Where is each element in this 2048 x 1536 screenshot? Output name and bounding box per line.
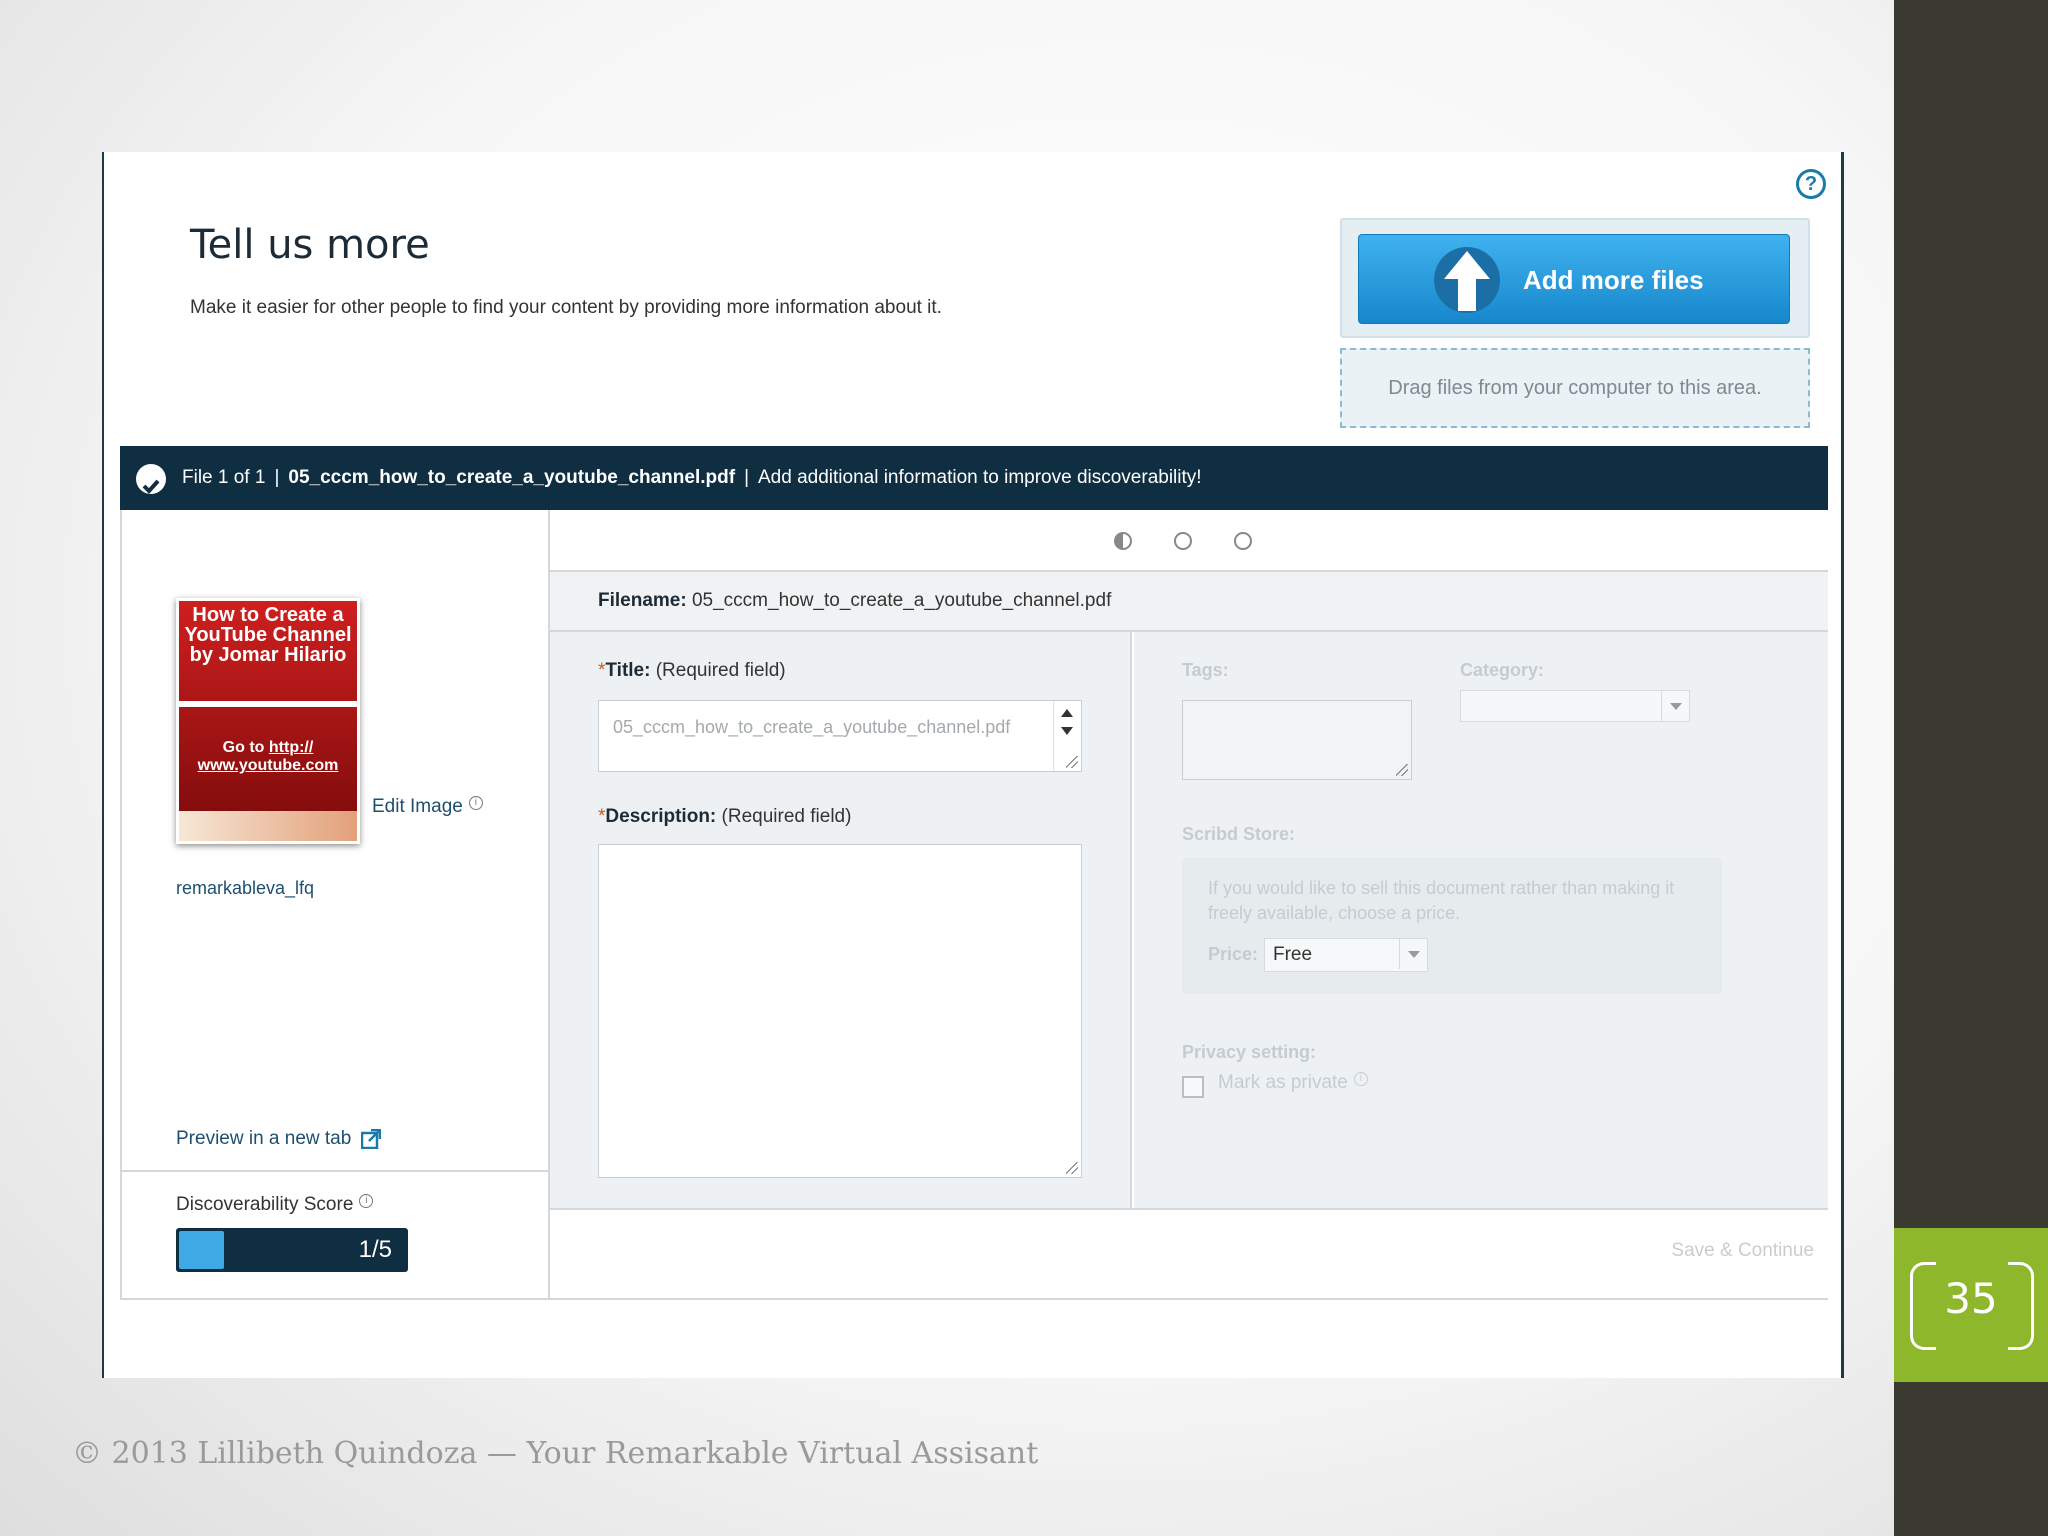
price-select[interactable]: Free <box>1264 938 1428 972</box>
title-label-text: Title: <box>605 660 651 681</box>
chevron-down-icon <box>1399 939 1427 969</box>
file-preview-panel: How to Create a YouTube Channel by Jomar… <box>122 510 550 1298</box>
upload-screenshot: ? Tell us more Make it easier for other … <box>102 152 1844 1378</box>
info-icon: i <box>1353 1072 1368 1086</box>
step-dot-2[interactable] <box>1174 532 1192 550</box>
scroll-down-icon <box>1061 727 1073 735</box>
scribd-store-box: If you would like to sell this document … <box>1182 858 1722 994</box>
add-more-files-label: Add more files <box>1523 265 1704 295</box>
step-indicator <box>550 510 1828 572</box>
checkmark-icon <box>136 464 166 494</box>
edit-image-link[interactable]: Edit Image i <box>372 796 483 818</box>
resize-grip-icon[interactable] <box>1066 1162 1078 1174</box>
mark-private-label: Mark as private i <box>1218 1072 1368 1094</box>
price-value: Free <box>1273 944 1313 965</box>
details-panel: Filename: 05_cccm_how_to_create_a_youtub… <box>550 510 1828 1298</box>
page-title: Tell us more <box>190 222 430 268</box>
info-icon: i <box>359 1194 374 1208</box>
discoverability-score: Discoverability Score i 1/5 <box>122 1170 548 1298</box>
tags-label: Tags: <box>1182 660 1229 680</box>
mark-private-checkbox[interactable] <box>1182 1076 1204 1098</box>
help-icon[interactable]: ? <box>1796 169 1826 199</box>
thumbnail-link-text: Go to http:// www.youtube.com <box>179 739 357 775</box>
title-label: *Title: (Required field) <box>598 660 786 682</box>
filename-label: Filename: <box>598 590 687 611</box>
category-select[interactable] <box>1460 690 1690 722</box>
form-actions: Save & Continue <box>550 1208 1828 1298</box>
uploader-username[interactable]: remarkableva_lfq <box>176 878 314 899</box>
page-subtitle: Make it easier for other people to find … <box>190 297 942 318</box>
description-label: *Description: (Required field) <box>598 806 851 828</box>
edit-image-label: Edit Image <box>372 796 463 817</box>
required-fields: *Title: (Required field) 05_cccm_how_to_… <box>550 632 1132 1208</box>
description-textarea[interactable] <box>598 844 1082 1178</box>
tags-input[interactable] <box>1182 700 1412 780</box>
score-progress-fill <box>179 1231 225 1269</box>
filename-row: Filename: 05_cccm_how_to_create_a_youtub… <box>550 572 1828 632</box>
file-counter: File 1 of 1 <box>182 467 266 488</box>
optional-fields: Tags: Category: Scribd Store: If you wou… <box>1134 632 1828 1208</box>
page-number: 35 <box>1944 1274 1998 1323</box>
thumbnail-link-prefix: Go to <box>222 739 269 756</box>
score-value: 1/5 <box>358 1236 392 1263</box>
score-label-text: Discoverability Score <box>176 1194 354 1215</box>
resize-grip-icon[interactable] <box>1066 756 1078 768</box>
resize-grip-icon[interactable] <box>1396 764 1408 776</box>
drop-zone[interactable]: Drag files from your computer to this ar… <box>1340 348 1810 428</box>
save-continue-button[interactable]: Save & Continue <box>1671 1240 1814 1262</box>
file-status-text: File 1 of 1 | 05_cccm_how_to_create_a_yout… <box>182 446 1202 510</box>
step-dot-1[interactable] <box>1114 532 1132 550</box>
title-input[interactable]: 05_cccm_how_to_create_a_youtube_channel.… <box>598 700 1082 772</box>
info-icon: i <box>468 796 483 810</box>
chevron-down-icon <box>1661 691 1689 721</box>
preview-new-tab-link[interactable]: Preview in a new tab <box>176 1128 382 1150</box>
title-input-value: 05_cccm_how_to_create_a_youtube_channel.… <box>613 717 1011 737</box>
document-thumbnail[interactable]: How to Create a YouTube Channel by Jomar… <box>176 598 360 844</box>
filename-value: 05_cccm_how_to_create_a_youtube_channel.… <box>691 590 1112 611</box>
score-label: Discoverability Score i <box>176 1194 374 1216</box>
discoverability-message: Add additional information to improve di… <box>758 467 1202 488</box>
mark-private-text: Mark as private <box>1218 1072 1348 1093</box>
store-description: If you would like to sell this document … <box>1208 878 1675 923</box>
separator: | <box>744 467 749 488</box>
scroll-up-icon <box>1061 709 1073 717</box>
thumbnail-divider <box>179 701 357 707</box>
thumbnail-link-url: http:// www.youtube.com <box>197 739 339 774</box>
step-dot-3[interactable] <box>1234 532 1252 550</box>
price-label: Price: <box>1208 944 1259 964</box>
slide-footer: © 2013 Lillibeth Quindoza — Your Remarka… <box>72 1436 1039 1471</box>
add-files-area: Add more files <box>1340 218 1810 338</box>
file-details-form: How to Create a YouTube Channel by Jomar… <box>120 510 1828 1300</box>
page-number-badge: 35 <box>1894 1228 2048 1382</box>
title-hint: (Required field) <box>655 660 786 681</box>
thumbnail-footer <box>179 811 357 841</box>
category-label: Category: <box>1460 660 1545 680</box>
external-link-icon <box>361 1128 382 1149</box>
file-status-bar: File 1 of 1 | 05_cccm_how_to_create_a_yout… <box>120 446 1828 510</box>
preview-link-label: Preview in a new tab <box>176 1128 352 1149</box>
description-hint: (Required field) <box>721 806 852 827</box>
privacy-label: Privacy setting: <box>1182 1042 1317 1062</box>
add-more-files-button[interactable]: Add more files <box>1358 234 1790 324</box>
score-progress-bar: 1/5 <box>176 1228 408 1272</box>
file-name: 05_cccm_how_to_create_a_youtube_channel.… <box>288 467 736 488</box>
separator: | <box>274 467 280 488</box>
thumbnail-title: How to Create a YouTube Channel by Jomar… <box>184 604 352 666</box>
upload-arrow-icon <box>1434 247 1500 313</box>
scribd-store-label: Scribd Store: <box>1182 824 1296 844</box>
description-label-text: Description: <box>605 806 717 827</box>
